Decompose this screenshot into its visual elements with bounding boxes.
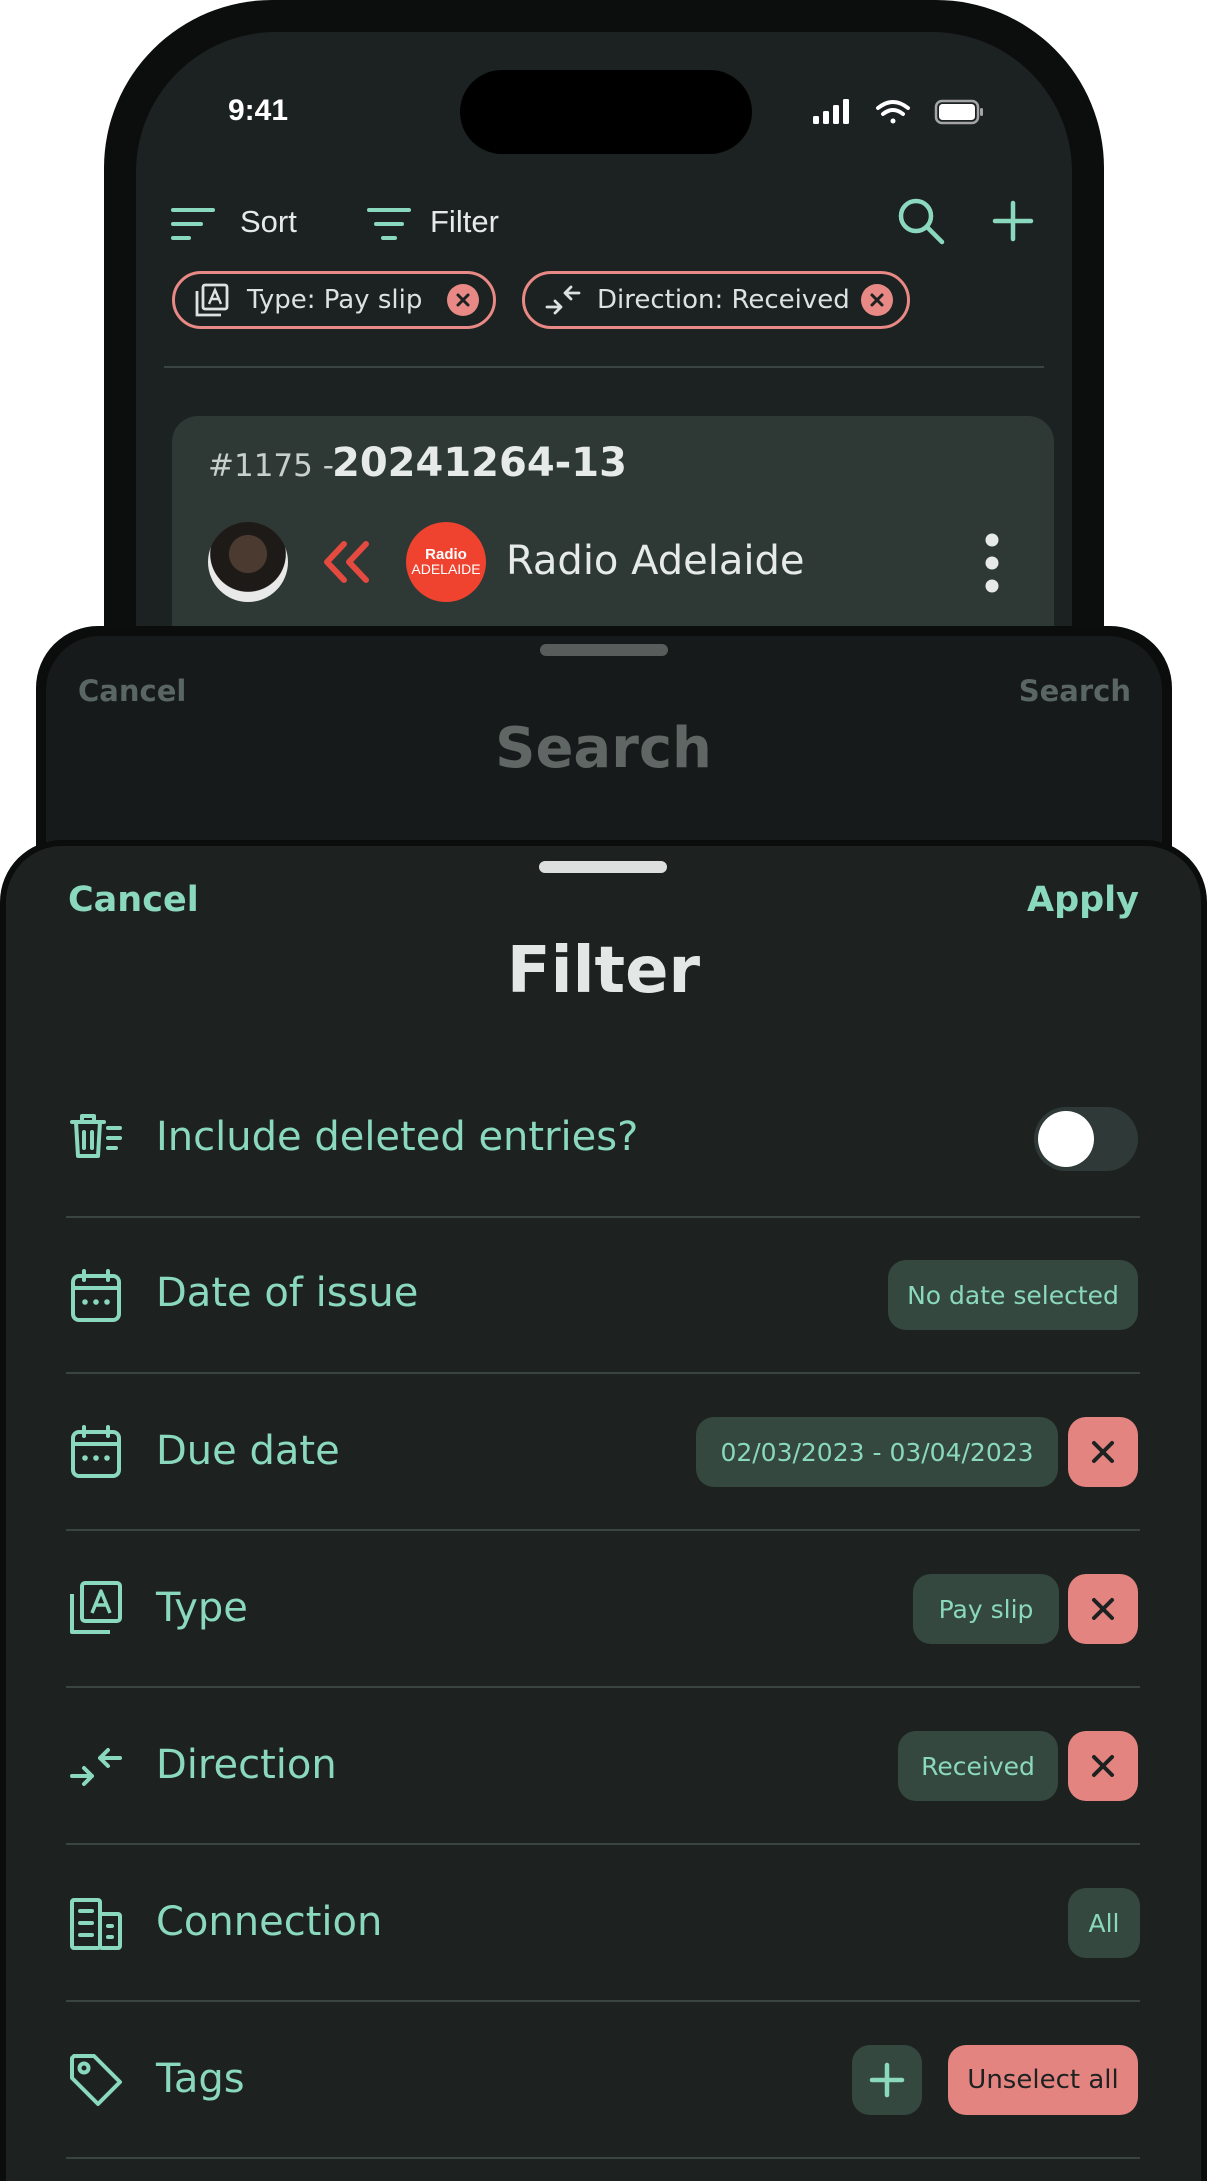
filter-label: Filter (430, 204, 499, 239)
type-label: Type (156, 1585, 248, 1631)
connection-label: Connection (156, 1899, 383, 1945)
filter-sheet-grabber[interactable] (539, 861, 667, 873)
unselect-all-button[interactable]: Unselect all (948, 2045, 1138, 2115)
chip-direction[interactable]: Direction: Received (522, 271, 910, 329)
filter-button[interactable]: Filter (364, 198, 524, 248)
building-icon (70, 1898, 122, 1950)
chip-type-label: Type: Pay slip (247, 285, 423, 315)
calendar-icon (71, 1269, 121, 1322)
add-icon[interactable] (992, 200, 1034, 242)
direction-value[interactable]: Received (898, 1731, 1058, 1801)
chip-direction-label: Direction: Received (597, 285, 850, 315)
row-divider (66, 2157, 1140, 2159)
row-divider (66, 1529, 1140, 1531)
due-date-value[interactable]: 02/03/2023 - 03/04/2023 (696, 1417, 1058, 1487)
type-clear-button[interactable] (1068, 1574, 1138, 1644)
filter-apply-button[interactable]: Apply (1027, 880, 1139, 920)
divider (164, 366, 1044, 368)
direction-label: Direction (156, 1742, 337, 1788)
trash-list-icon (70, 1114, 122, 1158)
search-submit-button[interactable]: Search (1019, 674, 1131, 708)
add-tag-button[interactable] (852, 2045, 922, 2115)
search-sheet-title: Search (495, 716, 712, 781)
filter-icon (367, 208, 411, 240)
due-date-label: Due date (156, 1428, 340, 1474)
signal-icon (813, 99, 849, 124)
filter-sheet-surface (6, 846, 1201, 2181)
filter-cancel-button[interactable]: Cancel (68, 880, 199, 920)
row-divider (66, 1843, 1140, 1845)
chip-type-remove-icon[interactable] (447, 284, 479, 316)
row-divider (66, 1372, 1140, 1374)
chip-type[interactable]: Type: Pay slip (172, 271, 496, 329)
tags-label: Tags (156, 2056, 245, 2102)
calendar-icon (71, 1425, 121, 1478)
status-icons (810, 96, 990, 135)
entry-number: #1175 - (208, 448, 334, 484)
row-divider (66, 1216, 1140, 1218)
sort-button[interactable]: Sort (168, 198, 308, 248)
company-logo-bottom: ADELAIDE (411, 561, 481, 577)
battery-icon (934, 99, 983, 125)
due-date-clear-button[interactable] (1068, 1417, 1138, 1487)
row-divider (66, 2000, 1140, 2002)
sort-label: Sort (240, 204, 297, 239)
chip-direction-remove-icon[interactable] (861, 284, 893, 316)
document-type-icon (195, 283, 229, 317)
filter-sheet-title: Filter (506, 934, 701, 1008)
entry-title: 20241264-13 (332, 440, 627, 486)
date-of-issue-label: Date of issue (156, 1270, 419, 1316)
sort-icon (171, 208, 215, 240)
double-chevron-left-icon (324, 541, 369, 583)
search-icon[interactable] (896, 196, 946, 246)
dynamic-island (460, 70, 752, 154)
direction-clear-button[interactable] (1068, 1731, 1138, 1801)
close-icon (1092, 1598, 1114, 1620)
search-cancel-button[interactable]: Cancel (78, 674, 186, 708)
tag-icon (70, 2054, 122, 2106)
company-logo: Radio ADELAIDE (406, 522, 486, 602)
type-value[interactable]: Pay slip (913, 1574, 1059, 1644)
close-icon (1092, 1441, 1114, 1463)
close-icon (1092, 1755, 1114, 1777)
date-of-issue-value[interactable]: No date selected (888, 1260, 1138, 1330)
status-time: 9:41 (228, 94, 289, 127)
company-name: Radio Adelaide (506, 538, 805, 584)
include-deleted-label: Include deleted entries? (156, 1114, 639, 1160)
direction-icon (70, 1748, 122, 1786)
more-icon[interactable] (982, 532, 1002, 594)
direction-icon (545, 285, 581, 315)
wifi-icon (876, 100, 910, 124)
avatar (208, 522, 288, 602)
plus-icon (869, 2062, 905, 2098)
connection-value[interactable]: All (1068, 1888, 1140, 1958)
company-logo-top: Radio (425, 546, 467, 563)
document-type-icon (70, 1581, 122, 1634)
toggle-knob (1038, 1111, 1094, 1167)
row-divider (66, 1686, 1140, 1688)
search-sheet-grabber[interactable] (540, 644, 668, 656)
